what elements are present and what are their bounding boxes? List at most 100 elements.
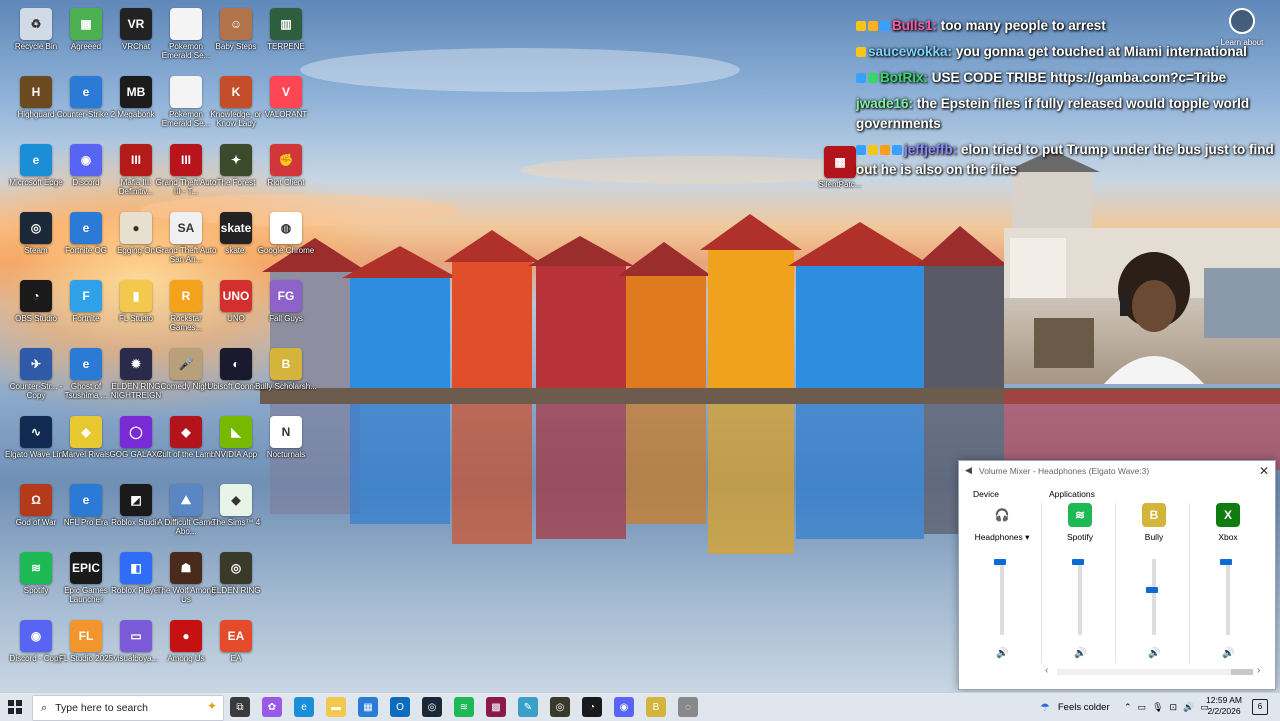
taskbar-task-view-icon[interactable]: ⧉ [230, 697, 250, 717]
notification-center[interactable]: 6 [1252, 699, 1268, 715]
chat-badge-icon [856, 73, 866, 84]
volume-slider-thumb[interactable] [1072, 559, 1084, 565]
chat-badge-icon [880, 21, 890, 32]
start-button[interactable] [8, 700, 22, 714]
app-icon: ▮ [120, 280, 152, 312]
desktop-icon-label: Fall Guys [269, 314, 303, 323]
chat-username: BotRix: [880, 70, 928, 85]
taskbar-bully-icon[interactable]: B [646, 697, 666, 717]
app-icon[interactable]: B [1142, 503, 1166, 527]
scrollbar-track[interactable] [1057, 669, 1253, 675]
mixer-title-bar[interactable]: ◀ Volume Mixer - Headphones (Elgato Wave… [959, 461, 1275, 481]
desktop-icon[interactable]: ✊ Riot Client [254, 140, 318, 206]
app-icon: FG [270, 280, 302, 312]
chat-badge-icon [868, 73, 878, 84]
desktop-icon[interactable]: ◎ ELDEN RING [204, 548, 268, 614]
app-icon: EPIC [70, 552, 102, 584]
app-icon: N [270, 416, 302, 448]
volume-slider-thumb[interactable] [1220, 559, 1232, 565]
speaker-icon[interactable]: 🔊 [1074, 648, 1086, 659]
app-icon: K [220, 76, 252, 108]
volume-slider-track[interactable] [1152, 559, 1156, 635]
chat-message: jwade16: the Epstein files if fully rele… [856, 94, 1276, 134]
volume-slider-track[interactable] [1226, 559, 1230, 635]
app-icon: ◯ [120, 416, 152, 448]
taskbar-spotify-icon[interactable]: ≋ [454, 697, 474, 717]
volume-slider-thumb[interactable] [1146, 587, 1158, 593]
desktop-icon[interactable]: ▥ TERPENE [254, 4, 318, 70]
device-section-label: Device [973, 489, 999, 499]
learn-about-label: Learn about [1220, 38, 1264, 47]
taskbar-obs-icon[interactable]: ◔ [582, 697, 602, 717]
app-icon: III [170, 144, 202, 176]
desktop-icon-label: TERPENE [267, 42, 305, 51]
taskbar-file-explorer-icon[interactable]: ▬ [326, 697, 346, 717]
device-column: 🎧 Headphones ▾ 🔊 [967, 503, 1037, 673]
camera-circle-icon [1229, 8, 1255, 34]
chat-message: BotRix: USE CODE TRIBE https://gamba.com… [856, 68, 1276, 88]
meet-now-icon[interactable]: ▭ [1138, 702, 1147, 713]
app-icon: ◆ [220, 484, 252, 516]
app-icon: V [270, 76, 302, 108]
scrollbar-thumb[interactable] [1231, 669, 1253, 675]
taskbar-copilot-icon[interactable]: ✿ [262, 697, 282, 717]
speaker-icon[interactable]: 🔊 [1222, 648, 1234, 659]
app-icon: ◉ [20, 620, 52, 652]
chat-username: jeffjeffb: [904, 142, 958, 157]
chat-badge-icon [868, 21, 878, 32]
mixer-divider [1189, 503, 1190, 663]
app-icon[interactable]: X [1216, 503, 1240, 527]
show-hidden-icons[interactable]: ⌃ [1124, 702, 1132, 713]
network-icon[interactable]: ⊡ [1170, 702, 1178, 713]
speaker-icon[interactable]: 🔊 [996, 648, 1008, 659]
volume-slider-thumb[interactable] [994, 559, 1006, 565]
close-icon[interactable]: ✕ [1259, 464, 1269, 478]
taskbar-outlook-icon[interactable]: O [390, 697, 410, 717]
volume-slider-track[interactable] [1000, 559, 1004, 635]
desktop-icon[interactable]: ◆ The Sims™ 4 [204, 480, 268, 546]
speaker-icon[interactable]: 🔊 [1148, 648, 1160, 659]
volume-slider-track[interactable] [1078, 559, 1082, 635]
desktop-icon[interactable]: ◍ Google Chrome [254, 208, 318, 274]
app-icon: ✹ [120, 348, 152, 380]
learn-about-widget[interactable]: Learn about [1220, 8, 1264, 47]
taskbar-store-icon[interactable]: ▦ [358, 697, 378, 717]
clock[interactable]: 12:59 AM 2/2/2026 [1204, 695, 1244, 717]
mixer-horizontal-scrollbar[interactable]: ‹ › [1045, 665, 1265, 677]
weather-widget[interactable]: ☂ Feels colder [1040, 693, 1110, 721]
app-name: Xbox [1218, 532, 1238, 542]
device-selector[interactable]: Headphones ▾ [967, 532, 1037, 543]
taskbar-discord-icon[interactable]: ◉ [614, 697, 634, 717]
chat-text: the Epstein files if fully released woul… [856, 96, 1250, 131]
app-icon: e [70, 76, 102, 108]
volume-mixer-window[interactable]: ◀ Volume Mixer - Headphones (Elgato Wave… [958, 460, 1276, 690]
app-icon[interactable]: ≋ [1068, 503, 1092, 527]
app-icon: ▦ [70, 8, 102, 40]
headphones-icon[interactable]: 🎧 [990, 503, 1014, 527]
microphone-icon[interactable]: 🎙 [1152, 702, 1163, 713]
desktop-icon[interactable]: EA EA [204, 616, 268, 682]
desktop-icon[interactable]: FG Fall Guys [254, 276, 318, 342]
taskbar-notepad-icon[interactable]: ✎ [518, 697, 538, 717]
app-icon: MB [120, 76, 152, 108]
desktop-icon[interactable]: V VALORANT [254, 72, 318, 138]
scroll-right-icon[interactable]: › [1257, 665, 1260, 676]
scroll-left-icon[interactable]: ‹ [1045, 665, 1048, 676]
taskbar-misc-icon[interactable]: ◌ [678, 697, 698, 717]
taskbar-winrar-icon[interactable]: ▩ [486, 697, 506, 717]
app-icon: e [70, 212, 102, 244]
taskbar-edge-icon[interactable]: e [294, 697, 314, 717]
app-icon: ▭ [120, 620, 152, 652]
taskbar-steam-icon[interactable]: ◎ [422, 697, 442, 717]
taskbar-elden-icon[interactable]: ◎ [550, 697, 570, 717]
system-tray: ⌃ ▭ 🎙 ⊡ 🔊 ▭ [1124, 693, 1209, 721]
taskbar-search-box[interactable]: ⌕ Type here to search ✦ [32, 695, 224, 721]
app-icon: R [170, 280, 202, 312]
clock-time: 12:59 AM [1206, 695, 1242, 705]
volume-icon[interactable]: 🔊 [1183, 702, 1194, 713]
desktop-icon[interactable]: N Nocturnals [254, 412, 318, 478]
app-icon: ● [170, 620, 202, 652]
app-icon: ☗ [170, 552, 202, 584]
desktop-icon[interactable]: B Bully Scholarsh... [254, 344, 318, 410]
chat-badge-icon [856, 21, 866, 32]
